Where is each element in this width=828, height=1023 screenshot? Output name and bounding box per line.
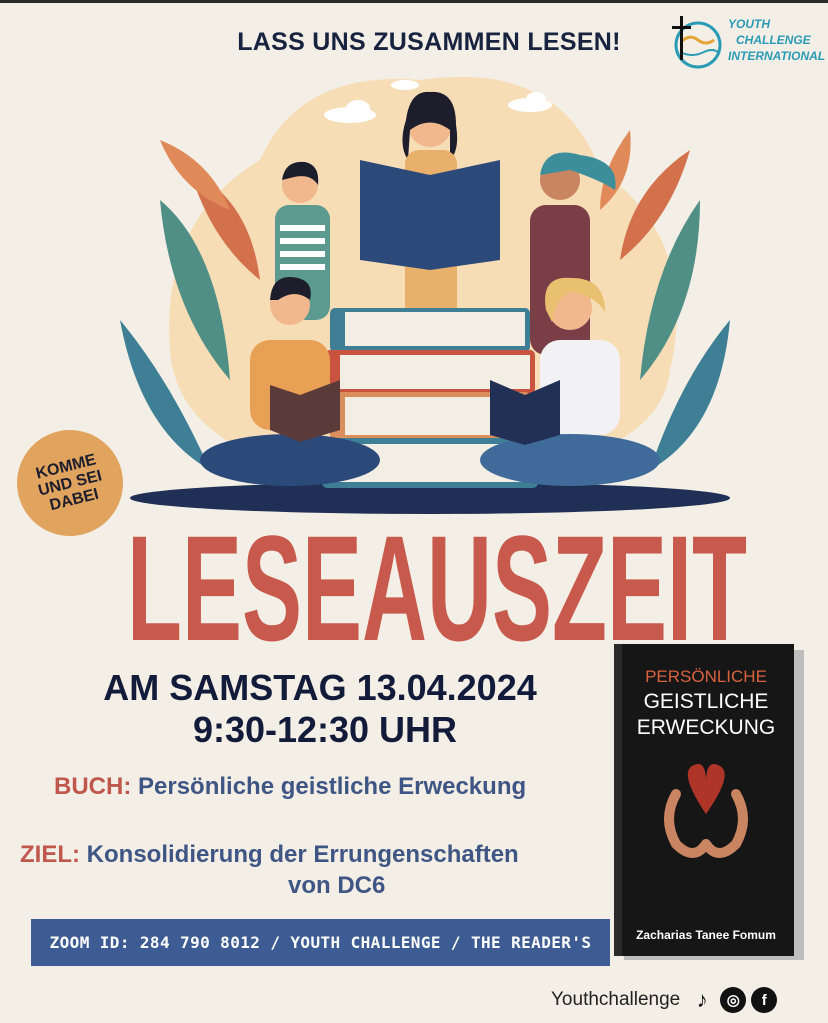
- book-title-line2: GEISTLICHE: [644, 690, 769, 713]
- zoom-id-bar: ZOOM ID: 284 790 8012 / YOUTH CHALLENGE …: [31, 919, 610, 966]
- ziel-label: ZIEL:: [20, 841, 80, 868]
- instagram-icon[interactable]: ◎: [720, 987, 747, 1013]
- reading-people-illustration: [120, 76, 730, 514]
- event-date-time: AM SAMSTAG 13.04.2024 9:30-12:30 UHR: [0, 667, 640, 751]
- leseauszeit-title: LESEAUSZEIT: [127, 508, 747, 648]
- book-title-line1: PERSÖNLICHE: [645, 667, 767, 686]
- facebook-icon[interactable]: f: [751, 987, 778, 1013]
- buch-value: Persönliche geistliche Erweckung: [138, 773, 527, 800]
- title-text: LESEAUSZEIT: [127, 508, 747, 648]
- book-author: Zacharias Tanee Fomum: [636, 928, 776, 942]
- top-border: [0, 0, 828, 3]
- social-footer: Youthchallenge ♪ ◎ f: [551, 987, 778, 1013]
- badge-text: KOMME UND SEI DABEI: [34, 450, 104, 514]
- book-cover: PERSÖNLICHE GEISTLICHE ERWECKUNG Zachari…: [614, 644, 804, 960]
- logo-line: YOUTH: [728, 17, 770, 31]
- social-handle: Youthchallenge: [551, 989, 681, 1010]
- buch-label: BUCH:: [54, 773, 132, 800]
- ziel-value-line2: von DC6: [288, 872, 386, 899]
- buch-line: BUCH: Persönliche geistliche Erweckung: [54, 772, 526, 802]
- event-time: 9:30-12:30 UHR: [192, 709, 458, 750]
- tiktok-icon[interactable]: ♪: [689, 987, 715, 1013]
- book-title-line3: ERWECKUNG: [637, 716, 775, 739]
- ziel-value: Konsolidierung der Errungenschaften: [86, 841, 519, 868]
- ziel-line: ZIEL: Konsolidierung der Errungenschafte…: [20, 840, 519, 870]
- event-date: AM SAMSTAG 13.04.2024: [103, 667, 537, 708]
- logo-line: CHALLENGE: [736, 33, 811, 47]
